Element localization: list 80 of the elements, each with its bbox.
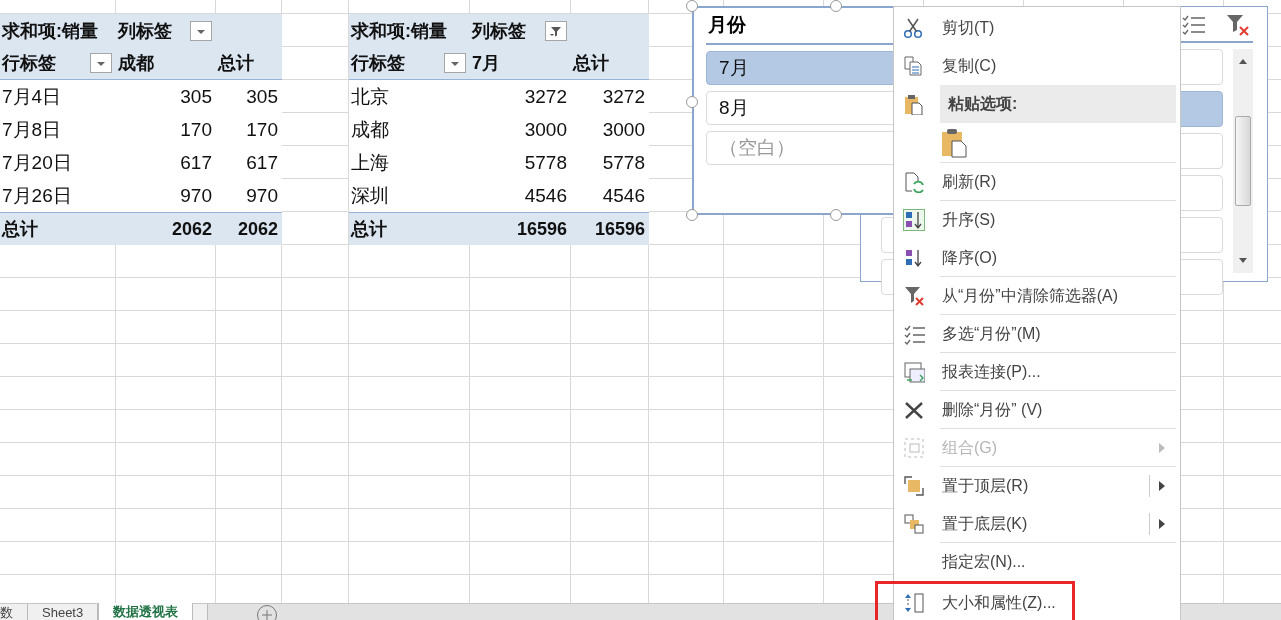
table-cell: 7月20日 [0,146,116,179]
table-cell: 上海 [349,146,470,179]
table-cell: 总计 [216,47,282,80]
clear-filter-icon[interactable] [1225,13,1251,37]
section-heading: 粘贴选项: [940,85,1176,123]
table-cell: 5778 [470,146,571,179]
table-cell: 7月 [470,47,571,80]
sort-ascending-icon [903,209,925,231]
scroll-down-icon[interactable] [1238,257,1248,265]
menu-item[interactable]: 指定宏(N)... [894,543,1180,581]
table-cell: 7月26日 [0,179,116,212]
table-cell: 成都 [349,113,470,146]
table-cell: 4546 [470,179,571,212]
multi-select-icon [903,323,925,345]
table-cell: 170 [216,113,282,146]
table-cell: 4546 [571,179,649,212]
add-sheet-icon[interactable] [256,604,279,620]
table-cell: 970 [216,179,282,212]
linked-tables-icon [903,361,925,383]
submenu-button[interactable] [1149,475,1166,497]
copy-icon [903,55,925,77]
table-cell: 3272 [571,80,649,113]
sheet-tab[interactable]: 数据透视表 [98,603,194,620]
submenu-button[interactable] [1149,513,1166,535]
menu-item[interactable]: 置于顶层(R) [894,467,1180,505]
dropdown-button[interactable] [444,53,466,73]
menu-item[interactable]: 多选“月份”(M) [894,315,1180,353]
multi-select-icon[interactable] [1181,13,1207,35]
paste-button[interactable] [940,127,968,159]
table-cell: 2062 [116,212,216,245]
scrollbar[interactable] [1233,49,1253,273]
clipboard-icon [903,93,925,115]
table-cell: 3272 [470,80,571,113]
refresh-icon [903,171,925,193]
table-cell: 305 [116,80,216,113]
dropdown-button[interactable] [190,20,212,41]
table-cell: 总计 [349,212,470,245]
menu-item[interactable]: 大小和属性(Z)... [894,584,1072,620]
menu-item[interactable]: 删除“月份” (V) [894,391,1180,429]
table-cell: 970 [116,179,216,212]
menu-item[interactable]: 报表连接(P)... [894,353,1180,391]
header-label: 行标签 [351,52,405,75]
table-cell: 5778 [571,146,649,179]
filter-button[interactable] [545,20,567,41]
bring-forward-icon [903,475,925,497]
header-label: 列标签 [472,19,526,43]
scroll-up-icon[interactable] [1238,57,1248,65]
header-label: 行标签 [2,52,56,75]
table-cell: 成都 [116,47,216,80]
clear-filter-icon [903,285,925,307]
table-cell: 求和项:销量 [0,14,116,47]
table-cell: 305 [216,80,282,113]
table-cell: 7月4日 [0,80,116,113]
header-label: 列标签 [118,19,172,43]
table-cell: 7月8日 [0,113,116,146]
table-cell: 北京 [349,80,470,113]
scissors-icon [903,17,925,39]
group-icon [903,437,925,459]
table-cell: 16596 [470,212,571,245]
scroll-thumb[interactable] [1235,116,1251,206]
resize-handle[interactable] [830,209,842,221]
table-cell: 深圳 [349,179,470,212]
table-cell: 总计 [571,47,649,80]
table-cell: 16596 [571,212,649,245]
table-cell: 2062 [216,212,282,245]
menu-item[interactable]: 从“月份”中清除筛选器(A) [894,277,1180,315]
table-cell: 617 [116,146,216,179]
table-cell: 170 [116,113,216,146]
table-cell: 3000 [470,113,571,146]
menu-item[interactable]: 降序(O) [894,239,1180,277]
sheet-tab[interactable]: 数 [0,604,28,620]
cross-icon [903,399,925,421]
size-icon [903,592,925,614]
table-cell: 3000 [571,113,649,146]
dropdown-button[interactable] [90,53,112,73]
table-cell: 总计 [0,212,116,245]
table-cell: 617 [216,146,282,179]
menu-item[interactable]: 置于底层(K) [894,505,1180,543]
send-backward-icon [903,513,925,535]
table-cell: 求和项:销量 [349,14,470,47]
